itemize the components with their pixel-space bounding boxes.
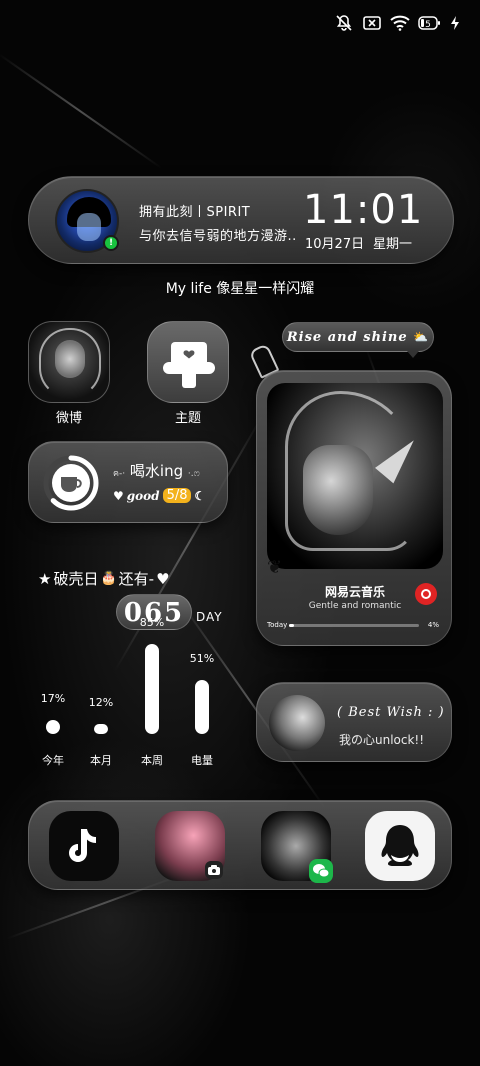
- wish-avatar: [269, 695, 325, 751]
- dock: [28, 800, 452, 890]
- motto-text: My life 像星星一样闪耀: [165, 281, 315, 297]
- online-status-badge: !: [103, 235, 119, 251]
- profile-clock-widget[interactable]: ! 拥有此刻丨SPIRIT 与你去信号弱的地方漫游.. 11:01 10月27日…: [28, 176, 454, 264]
- theme-icon[interactable]: [147, 321, 229, 403]
- star-icon: ★: [38, 569, 52, 588]
- no-sim-icon: [362, 13, 382, 33]
- qq-app[interactable]: [365, 811, 435, 881]
- countdown-title: ★ 破壳日 🎂 还有- ♥: [38, 569, 170, 589]
- app-label-theme: 主题: [174, 411, 201, 426]
- app-label-weibo: 微博: [55, 411, 82, 426]
- water-tracker-widget[interactable]: ฅ-· 喝水ing ·.ෆ ♥ good 5/8 ☾: [28, 441, 228, 523]
- music-progress-bar[interactable]: [289, 624, 419, 627]
- album-cover[interactable]: [267, 383, 443, 569]
- charging-icon: [450, 13, 460, 33]
- music-subtitle: Gentle and romantic: [308, 601, 402, 611]
- light-streak: [0, 52, 163, 170]
- heart-icon: ♥: [156, 569, 170, 588]
- tiktok-icon: [69, 829, 96, 862]
- clock-weekday: 星期一: [373, 237, 413, 252]
- progress-percent: 4%: [427, 621, 439, 629]
- progress-label: Today: [267, 621, 288, 629]
- tiktok-app[interactable]: [49, 811, 119, 881]
- camera-app[interactable]: [155, 811, 225, 881]
- profile-name: 拥有此刻丨SPIRIT: [139, 205, 251, 220]
- mute-icon: [334, 13, 354, 33]
- stat-label: 今年: [42, 754, 64, 767]
- music-widget[interactable]: ❦ 网易云音乐 Gentle and romantic Today 4%: [256, 370, 452, 646]
- water-count-line: ♥ good 5/8 ☾: [113, 488, 206, 503]
- cake-icon: 🎂: [100, 571, 117, 586]
- camera-icon: [205, 861, 223, 879]
- qq-icon: [381, 825, 419, 866]
- heart-icon: ♥: [113, 488, 124, 503]
- wish-widget[interactable]: ( Best Wish : ) 我の心unlock!!: [256, 682, 452, 762]
- stat-percent: 17%: [40, 692, 66, 705]
- profile-signature: 与你去信号弱的地方漫游..: [139, 229, 297, 244]
- wechat-app[interactable]: [261, 811, 333, 883]
- stat-percent: 85%: [139, 616, 165, 629]
- stat-label: 电量: [191, 754, 213, 767]
- app-theme[interactable]: 主题: [147, 321, 229, 426]
- water-count-badge: 5/8: [162, 488, 192, 503]
- wifi-icon: [390, 13, 410, 33]
- clock-time: 11:01: [303, 187, 424, 233]
- water-progress-ring: [43, 455, 99, 511]
- stat-percent: 12%: [88, 696, 114, 709]
- stat-3: 51% 电量: [177, 652, 227, 768]
- stat-label: 本周: [141, 754, 163, 767]
- app-weibo[interactable]: 微博: [28, 321, 110, 426]
- water-title: ฅ-· 喝水ing ·.ෆ: [113, 462, 200, 480]
- countdown-unit: DAY: [196, 610, 223, 624]
- status-bar: 5: [334, 12, 460, 34]
- weibo-icon[interactable]: [28, 321, 110, 403]
- music-progress-fill: [289, 624, 295, 627]
- moon-icon: ☾: [194, 488, 206, 503]
- battery-icon: 5: [418, 13, 442, 33]
- stat-percent: 51%: [189, 652, 215, 665]
- stat-1: 12% 本月: [76, 696, 126, 768]
- stat-label: 本月: [90, 754, 112, 767]
- stat-dot: [46, 720, 60, 734]
- rise-and-shine-bubble: Rise and shine ⛅: [282, 322, 434, 358]
- stat-0: 17% 今年: [28, 692, 78, 768]
- stat-2: 85% 本周: [127, 616, 177, 768]
- stat-dot: [94, 724, 108, 734]
- butterfly-icon: ❦: [267, 557, 283, 578]
- wish-title: ( Best Wish : ): [337, 705, 445, 720]
- stat-bar: [145, 644, 159, 734]
- sun-cloud-icon: ⛅: [413, 330, 430, 344]
- wish-subtitle: 我の心unlock!!: [339, 733, 425, 747]
- wechat-icon: [309, 859, 333, 883]
- stat-bar: [195, 680, 209, 734]
- clock-date: 10月27日: [305, 237, 365, 252]
- svg-text:5: 5: [425, 20, 431, 30]
